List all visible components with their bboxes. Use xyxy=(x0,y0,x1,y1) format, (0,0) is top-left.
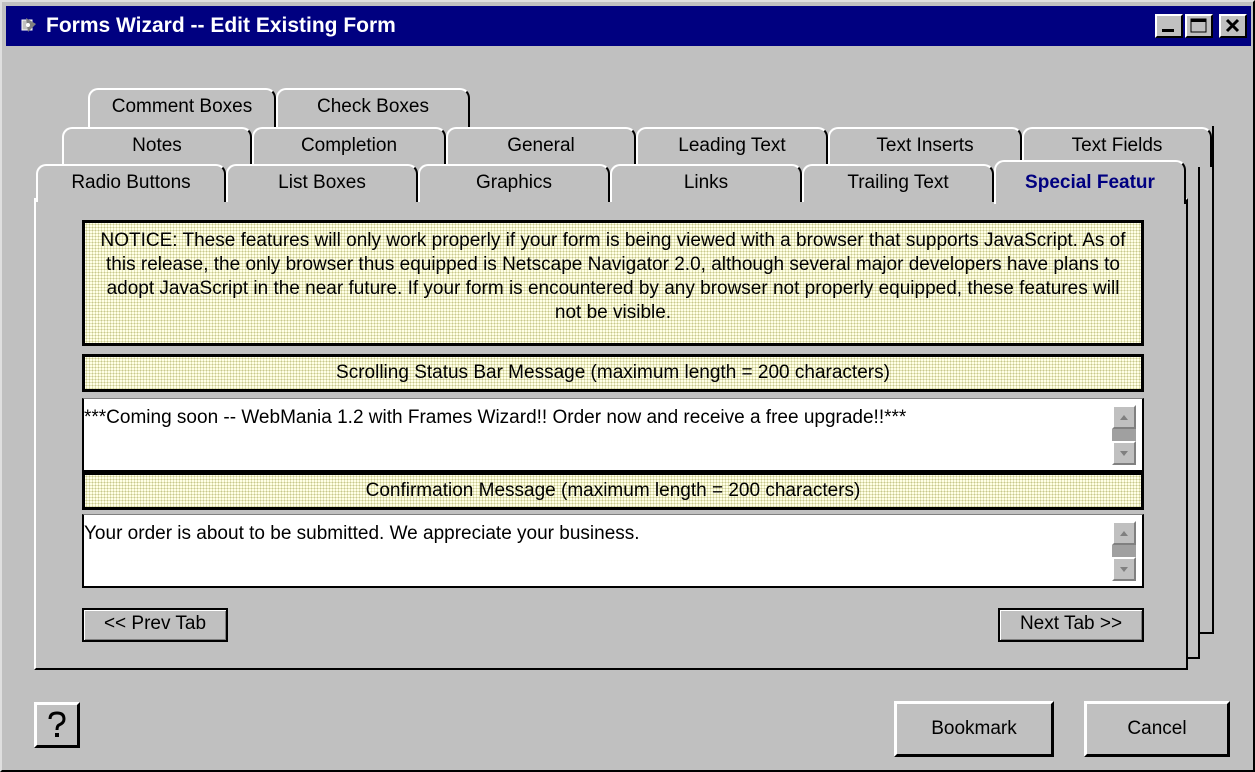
tab-label: Links xyxy=(683,172,729,193)
scroll-track[interactable] xyxy=(1112,429,1136,441)
tab-trailing-text[interactable]: Trailing Text xyxy=(802,164,994,202)
close-button[interactable] xyxy=(1219,14,1247,38)
status-bar-message-value: ***Coming soon -- WebMania 1.2 with Fram… xyxy=(84,407,907,428)
tab-notes[interactable]: Notes xyxy=(62,127,252,167)
tab-leading-text[interactable]: Leading Text xyxy=(636,127,828,167)
prev-tab-button[interactable]: << Prev Tab xyxy=(82,608,228,642)
minimize-button[interactable] xyxy=(1155,14,1183,38)
maximize-button[interactable] xyxy=(1185,14,1213,38)
tab-text-inserts[interactable]: Text Inserts xyxy=(828,127,1022,167)
arrow-down-icon xyxy=(1120,451,1128,456)
confirmation-label: Confirmation Message (maximum length = 2… xyxy=(82,472,1144,510)
tab-check-boxes[interactable]: Check Boxes xyxy=(276,88,470,128)
scroll-down-button[interactable] xyxy=(1112,557,1136,581)
status-bar-message-field[interactable]: ***Coming soon -- WebMania 1.2 with Fram… xyxy=(82,398,1144,472)
tab-radio-buttons[interactable]: Radio Buttons xyxy=(36,164,226,202)
confirmation-message-field[interactable]: Your order is about to be submitted. We … xyxy=(82,514,1144,588)
arrow-down-icon xyxy=(1120,567,1128,572)
tab-label: Leading Text xyxy=(678,135,786,156)
status-bar-label: Scrolling Status Bar Message (maximum le… xyxy=(82,354,1144,392)
tab-label: Check Boxes xyxy=(317,96,429,117)
scroll-down-button[interactable] xyxy=(1112,441,1136,465)
arrow-up-icon xyxy=(1120,531,1128,536)
tab-label: Trailing Text xyxy=(847,172,949,193)
scroll-up-button[interactable] xyxy=(1112,405,1136,429)
status-bar-scrollbar[interactable] xyxy=(1112,405,1136,465)
scroll-up-button[interactable] xyxy=(1112,521,1136,545)
tab-label: Special Featur xyxy=(1025,172,1155,193)
tab-label: Graphics xyxy=(475,172,553,193)
tab-links[interactable]: Links xyxy=(610,164,802,202)
confirmation-scrollbar[interactable] xyxy=(1112,521,1136,581)
tab-label: General xyxy=(507,135,575,156)
bookmark-button[interactable]: Bookmark xyxy=(894,701,1054,757)
window-title: Forms Wizard -- Edit Existing Form xyxy=(46,14,396,37)
next-tab-button[interactable]: Next Tab >> xyxy=(998,608,1144,642)
scroll-track[interactable] xyxy=(1112,545,1136,557)
maximize-icon xyxy=(1190,18,1207,33)
close-icon xyxy=(1225,18,1240,33)
help-button[interactable] xyxy=(34,702,80,748)
tab-label: Radio Buttons xyxy=(71,172,191,193)
javascript-notice: NOTICE: These features will only work pr… xyxy=(82,220,1144,346)
tab-comment-boxes[interactable]: Comment Boxes xyxy=(88,88,276,128)
tab-label: Completion xyxy=(300,135,398,156)
forms-wizard-window: Forms Wizard -- Edit Existing Form Comme… xyxy=(0,0,1255,772)
tab-label: Notes xyxy=(132,135,182,156)
tab-label: Text Inserts xyxy=(876,135,974,156)
tab-graphics[interactable]: Graphics xyxy=(418,164,610,202)
tab-completion[interactable]: Completion xyxy=(252,127,446,167)
tab-special-features[interactable]: Special Featur xyxy=(994,160,1186,204)
app-icon xyxy=(21,18,36,32)
cancel-button[interactable]: Cancel xyxy=(1084,701,1230,757)
tab-list-boxes[interactable]: List Boxes xyxy=(226,164,418,202)
tab-label: Text Fields xyxy=(1071,135,1163,156)
title-bar[interactable]: Forms Wizard -- Edit Existing Form xyxy=(6,6,1251,46)
arrow-up-icon xyxy=(1120,415,1128,420)
minimize-icon xyxy=(1162,29,1174,32)
tab-label: List Boxes xyxy=(278,172,366,193)
tab-general[interactable]: General xyxy=(446,127,636,167)
question-mark-icon xyxy=(48,711,66,737)
tab-label: Comment Boxes xyxy=(111,96,253,117)
confirmation-message-value: Your order is about to be submitted. We … xyxy=(84,523,640,544)
